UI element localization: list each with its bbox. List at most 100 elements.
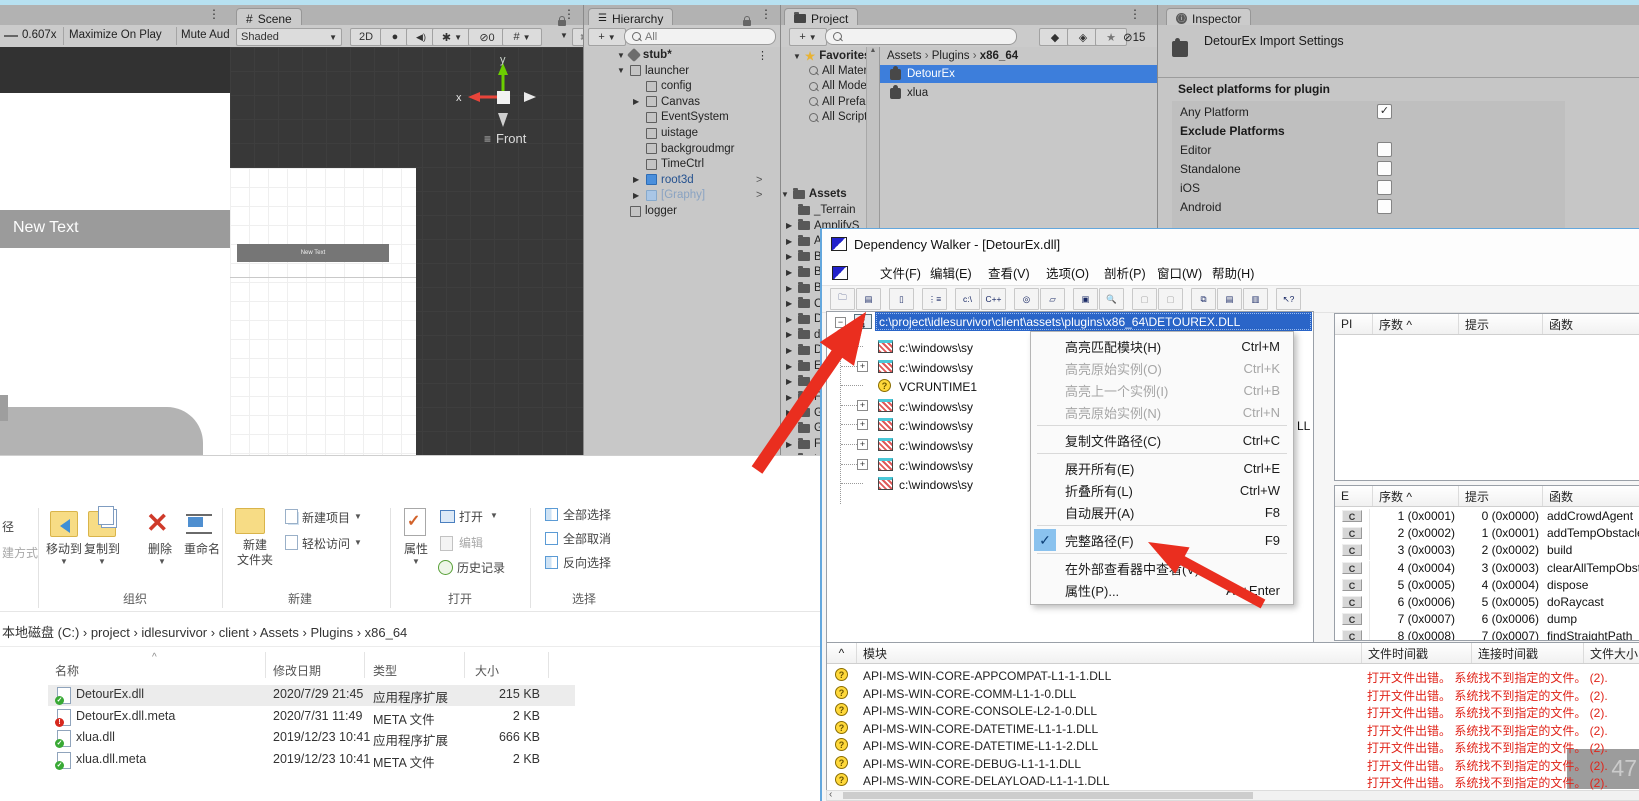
mod-col-size[interactable]: 文件大小 [1584,643,1639,663]
hierarchy-item-launcher[interactable]: ▼launcher [617,65,689,77]
foldout-icon[interactable]: ▶ [786,393,794,402]
hierarchy-item-backgroudmgr[interactable]: backgroudmgr [633,143,735,155]
folder-item-dt[interactable]: ▶dt [786,329,824,341]
cpath-button[interactable]: c:\ [955,288,980,310]
favorite-item-1[interactable]: All Mode [809,80,867,92]
dw-module-list-pane[interactable]: ^ 模块 文件时间戳 连接时间戳 文件大小 47 ?API-MS-WIN-COR… [826,642,1639,792]
expand-tree-button[interactable]: ⋮≡ [922,288,947,310]
hierarchy-root-row[interactable]: ▼ stub* [617,49,672,61]
export-function[interactable]: addTempObstacle [1547,526,1639,540]
platform-checkbox-ios[interactable] [1377,180,1392,195]
dw-parent-imports-pane[interactable]: PI 序数 ^ 提示 函数 [1334,313,1639,481]
foldout-icon[interactable]: ▶ [786,284,794,293]
export-function[interactable]: addCrowdAgent [1547,509,1633,523]
game-zoom-slider[interactable] [4,35,18,37]
properties-button[interactable]: 属性 [404,540,428,557]
e-col-function[interactable]: 函数 [1543,486,1639,506]
dw-tree-root-row[interactable]: c:\project\idlesurvivor\client\assets\pl… [875,312,1312,331]
folder-item-g[interactable]: ▶G [786,422,823,434]
system-info-button[interactable]: ▣ [1073,288,1098,310]
dw-menu-4[interactable]: 剖析(P) [1104,263,1146,282]
hierarchy-add-button[interactable]: +▼ [588,28,626,46]
foldout-icon[interactable]: ▼ [617,51,625,60]
foldout-icon[interactable]: ▶ [786,330,794,339]
dw-menu-6[interactable]: 帮助(H) [1212,263,1254,282]
prefab-chevron-icon[interactable]: > [756,189,762,201]
hierarchy-item-canvas[interactable]: ▶Canvas [633,96,700,108]
column-date[interactable]: 修改日期 [273,662,321,679]
file-name-1[interactable]: DetourEx.dll.meta [76,709,175,723]
scene-gizmo-dropdown[interactable]: ▼ [560,31,568,40]
dw-titlebar[interactable]: Dependency Walker - [DetourEx.dll] [822,229,1639,259]
platform-checkbox-editor[interactable] [1377,142,1392,157]
dw-tree-child-5[interactable]: c:\windows\sy [899,439,973,453]
copy-path-label-clipped[interactable]: 径 [2,518,14,535]
file-name-3[interactable]: xlua.dll.meta [76,752,146,766]
hierarchy-item-timectrl[interactable]: TimeCtrl [633,158,704,170]
foldout-icon[interactable]: ▶ [786,315,794,324]
foldout-icon[interactable]: ▶ [786,268,794,277]
dw-tree-child-0[interactable]: c:\windows\sy [899,341,973,355]
context-menu-item-8[interactable]: 折叠所有(L)Ctrl+W [1031,479,1293,501]
project-hidden-count[interactable]: ⊘15 [1123,30,1145,44]
scene-grid-button[interactable]: #▼ [502,28,542,46]
favorite-item-3[interactable]: All Script [809,111,867,123]
expand-icon[interactable]: + [857,419,868,430]
context-menu-item-11[interactable]: ✓完整路径(F)F9 [1031,529,1293,551]
foldout-icon[interactable]: ▶ [633,97,642,106]
hierarchy-search-input[interactable]: All [624,28,776,45]
module-row-3[interactable]: API-MS-WIN-CORE-DATETIME-L1-1-1.DLL [863,722,1098,736]
folder-item-fi[interactable]: ▶Fi [786,438,824,450]
mod-col-module[interactable]: 模块 [857,643,1362,663]
foldout-icon[interactable]: ▶ [786,377,794,386]
e-col-hint[interactable]: 提示 [1459,486,1543,506]
hierarchy-item-logger[interactable]: logger [617,205,677,217]
mod-col-link-ts[interactable]: 连接时间戳 [1472,643,1584,663]
project-column-scrollbar[interactable]: ▲ [866,47,879,228]
move-to-button[interactable]: 移动到 [46,540,82,557]
dw-menu-1[interactable]: 编辑(E) [930,263,972,282]
game-viewport[interactable]: New Text [0,47,230,455]
hierarchy-item-config[interactable]: config [633,80,692,92]
game-menu-icon[interactable]: ⋮ [208,7,220,21]
foldout-icon[interactable]: ▶ [786,299,794,308]
project-menu-icon[interactable]: ⋮ [1129,7,1141,21]
scroll-up-icon[interactable]: ▲ [867,47,879,54]
expand-icon[interactable]: + [857,361,868,372]
project-file-xlua[interactable]: xlua [880,84,1158,102]
select-none-button[interactable]: 全部取消 [563,530,611,547]
expand-icon[interactable]: + [857,459,868,470]
dw-menu-0[interactable]: 文件(F) [880,263,921,282]
find-button[interactable]: ◎ [1014,288,1039,310]
folder-item-terrain[interactable]: _Terrain [786,204,856,216]
favorites-header[interactable]: ▼ ★ Favorites [793,49,870,63]
copy-to-button[interactable]: 复制到 [84,540,120,557]
open-file-button[interactable]: 🗀 [830,288,855,310]
copy-button[interactable]: ▯ [889,288,914,310]
context-menu-item-1[interactable]: 高亮原始实例(O)Ctrl+K [1031,357,1293,379]
foldout-icon[interactable]: ▶ [633,191,642,200]
e-col-e[interactable]: E [1335,486,1373,506]
hierarchy-root-menu-icon[interactable]: ⋮ [757,49,768,62]
favorite-item-2[interactable]: All Prefa [809,96,865,108]
mdi-child-icon[interactable] [832,266,848,280]
invert-selection-button[interactable]: 反向选择 [563,554,611,571]
shaded-dropdown[interactable]: Shaded▼ [236,28,342,46]
open-button[interactable]: 打开 [459,508,483,525]
refresh-gray-button[interactable]: ▢ [1158,288,1183,310]
context-menu-item-13[interactable]: 在外部查看器中查看(V) [1031,557,1293,579]
project-file-detourex[interactable]: DetourEx [880,65,1158,83]
scene-hidden-count[interactable]: ⊘0 [468,28,506,46]
module-row-4[interactable]: API-MS-WIN-CORE-DATETIME-L1-1-2.DLL [863,739,1098,753]
project-add-button[interactable]: +▼ [789,28,827,46]
collapse-icon[interactable]: − [835,317,846,328]
export-function[interactable]: build [1547,543,1572,557]
e-col-ordinal[interactable]: 序数 ^ [1373,486,1459,506]
maximize-on-play-button[interactable]: Maximize On Play [69,29,162,41]
history-button[interactable]: 历史记录 [457,559,505,576]
search-button[interactable]: 🔍 [1099,288,1124,310]
foldout-icon[interactable]: ▶ [786,424,794,433]
hierarchy-menu-icon[interactable]: ⋮ [760,7,772,21]
assets-header[interactable]: ▼ Assets [781,188,847,200]
foldout-icon[interactable]: ▶ [786,252,794,261]
